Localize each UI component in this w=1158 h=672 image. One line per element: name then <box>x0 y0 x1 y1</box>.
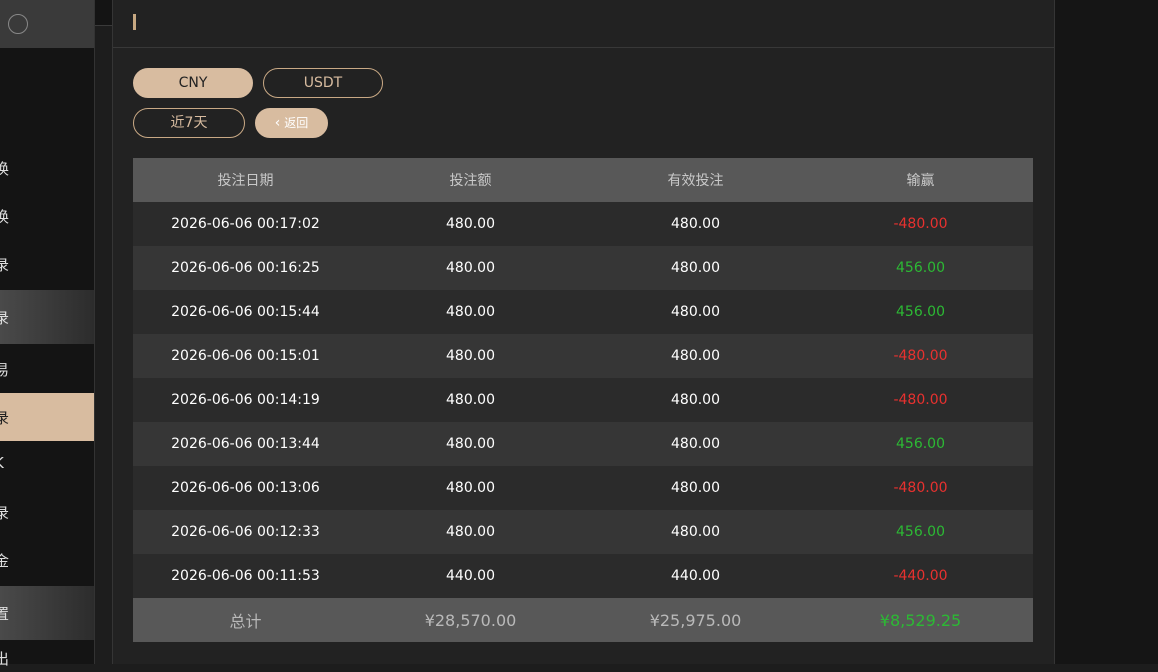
user-circle-icon <box>8 14 28 34</box>
sidebar-item[interactable]: K <box>0 454 94 478</box>
cell-bet: 480.00 <box>358 466 583 510</box>
cell-bet: 480.00 <box>358 202 583 246</box>
sidebar-item[interactable]: 换 <box>0 158 94 182</box>
cell-date: 2026-06-06 00:14:19 <box>133 378 358 422</box>
cell-result: -480.00 <box>808 334 1033 378</box>
cell-valid: 480.00 <box>583 202 808 246</box>
sidebar-item[interactable]: 金 <box>0 550 94 574</box>
header-bet[interactable]: 投注额 <box>358 158 583 202</box>
title-accent-bar <box>133 14 136 30</box>
sidebar-item[interactable]: 换 <box>0 206 94 230</box>
cell-bet: 440.00 <box>358 554 583 598</box>
sidebar-item[interactable]: 出 <box>0 648 94 672</box>
back-button-label: 返回 <box>284 116 309 130</box>
table-row: 2026-06-06 00:15:44 480.00 480.00 456.00 <box>133 290 1033 334</box>
back-button[interactable]: ‹ 返回 <box>255 108 328 138</box>
total-label: 总计 <box>133 598 358 642</box>
cell-result: -480.00 <box>808 202 1033 246</box>
table-row: 2026-06-06 00:13:06 480.00 480.00 -480.0… <box>133 466 1033 510</box>
cell-bet: 480.00 <box>358 422 583 466</box>
cell-result: -480.00 <box>808 378 1033 422</box>
sidebar-item-active[interactable]: 录 <box>0 393 94 441</box>
cell-date: 2026-06-06 00:15:01 <box>133 334 358 378</box>
cell-valid: 440.00 <box>583 554 808 598</box>
sidebar: 换 换 录 录 易 录 K 录 金 置 出 <box>0 0 95 668</box>
cell-date: 2026-06-06 00:13:06 <box>133 466 358 510</box>
cell-valid: 480.00 <box>583 378 808 422</box>
sidebar-item[interactable]: 易 <box>0 359 94 383</box>
page-background-right <box>1054 0 1158 664</box>
cell-date: 2026-06-06 00:12:33 <box>133 510 358 554</box>
sidebar-header <box>0 0 94 48</box>
cell-valid: 480.00 <box>583 510 808 554</box>
cell-date: 2026-06-06 00:15:44 <box>133 290 358 334</box>
header-valid[interactable]: 有效投注 <box>583 158 808 202</box>
sidebar-item-highlight[interactable]: 置 <box>0 586 94 640</box>
table-header-row: 投注日期 投注额 有效投注 输赢 <box>133 158 1033 202</box>
cell-date: 2026-06-06 00:11:53 <box>133 554 358 598</box>
records-table: 投注日期 投注额 有效投注 输赢 2026-06-06 00:17:02 480… <box>133 158 1033 642</box>
header-result[interactable]: 输赢 <box>808 158 1033 202</box>
cell-result: -480.00 <box>808 466 1033 510</box>
tab-cny[interactable]: CNY <box>133 68 253 98</box>
chevron-left-icon: ‹ <box>274 115 281 131</box>
cell-valid: 480.00 <box>583 334 808 378</box>
cell-valid: 480.00 <box>583 422 808 466</box>
cell-result: 456.00 <box>808 422 1033 466</box>
table-row: 2026-06-06 00:16:25 480.00 480.00 456.00 <box>133 246 1033 290</box>
cell-valid: 480.00 <box>583 246 808 290</box>
table-row: 2026-06-06 00:12:33 480.00 480.00 456.00 <box>133 510 1033 554</box>
table-row: 2026-06-06 00:14:19 480.00 480.00 -480.0… <box>133 378 1033 422</box>
header-date[interactable]: 投注日期 <box>133 158 358 202</box>
table-row: 2026-06-06 00:11:53 440.00 440.00 -440.0… <box>133 554 1033 598</box>
cell-result: -440.00 <box>808 554 1033 598</box>
tab-usdt[interactable]: USDT <box>263 68 383 98</box>
cell-date: 2026-06-06 00:17:02 <box>133 202 358 246</box>
cell-bet: 480.00 <box>358 334 583 378</box>
cell-result: 456.00 <box>808 290 1033 334</box>
table-row: 2026-06-06 00:13:44 480.00 480.00 456.00 <box>133 422 1033 466</box>
sidebar-item[interactable]: 录 <box>0 502 94 526</box>
cell-date: 2026-06-06 00:16:25 <box>133 246 358 290</box>
cell-result: 456.00 <box>808 246 1033 290</box>
cell-bet: 480.00 <box>358 510 583 554</box>
date-range-select[interactable]: 近7天 <box>133 108 245 138</box>
total-bet: ¥28,570.00 <box>358 598 583 642</box>
sidebar-item-highlight[interactable]: 录 <box>0 290 94 344</box>
cell-result: 456.00 <box>808 510 1033 554</box>
table-total-row: 总计 ¥28,570.00 ¥25,975.00 ¥8,529.25 <box>133 598 1033 642</box>
cell-valid: 480.00 <box>583 466 808 510</box>
cell-bet: 480.00 <box>358 290 583 334</box>
cell-date: 2026-06-06 00:13:44 <box>133 422 358 466</box>
panel-header <box>113 0 1054 48</box>
table-row: 2026-06-06 00:17:02 480.00 480.00 -480.0… <box>133 202 1033 246</box>
total-valid: ¥25,975.00 <box>583 598 808 642</box>
cell-bet: 480.00 <box>358 378 583 422</box>
sidebar-item[interactable]: 录 <box>0 254 94 278</box>
table-row: 2026-06-06 00:15:01 480.00 480.00 -480.0… <box>133 334 1033 378</box>
total-result: ¥8,529.25 <box>808 598 1033 642</box>
cell-bet: 480.00 <box>358 246 583 290</box>
cell-valid: 480.00 <box>583 290 808 334</box>
